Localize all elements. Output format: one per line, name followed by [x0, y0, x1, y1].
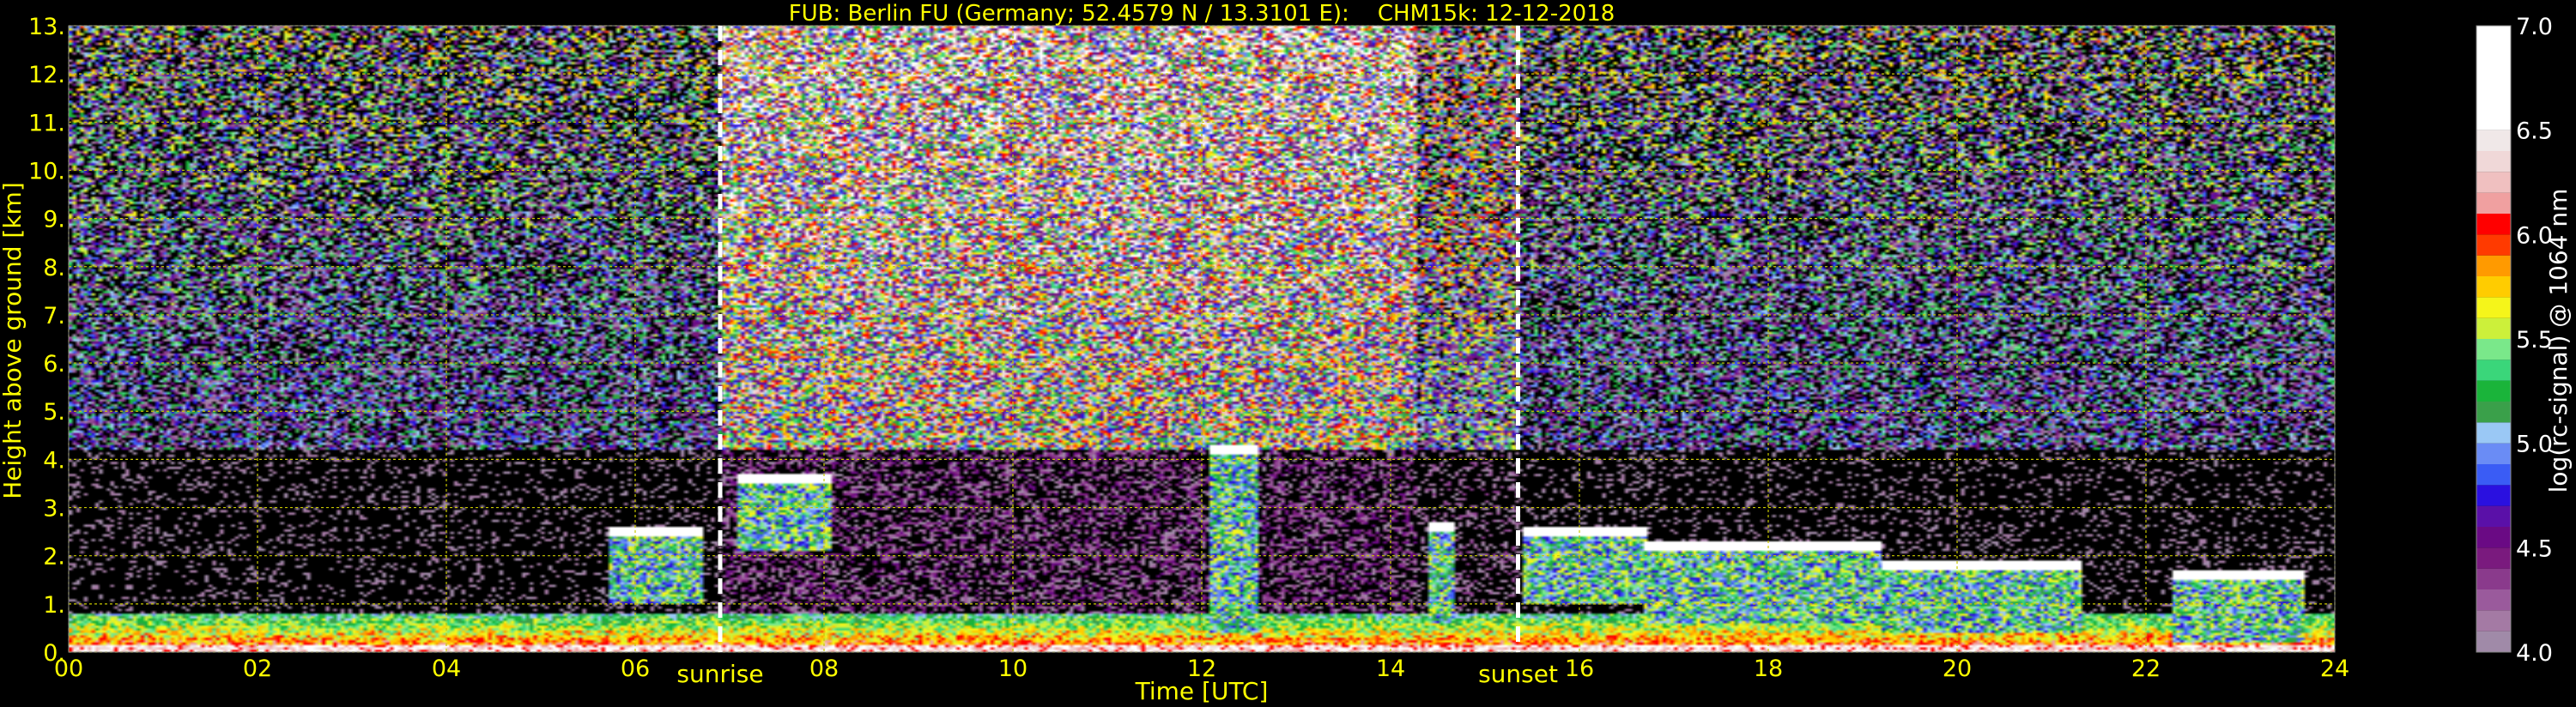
y-tick-label: 4.: [43, 447, 65, 474]
colorbar-segment: [2476, 234, 2511, 256]
colorbar-tick-label: 7.0: [2516, 14, 2553, 40]
y-tick-label: 7.: [43, 303, 65, 329]
colorbar-segment: [2476, 527, 2511, 548]
colorbar-segment: [2476, 610, 2511, 631]
colorbar-segment: [2476, 26, 2511, 130]
colorbar-segment: [2476, 631, 2511, 652]
y-tick-label: 13.: [28, 14, 65, 40]
x-tick-label: 08: [809, 656, 839, 682]
colorbar-tick-label: 4.5: [2516, 535, 2553, 562]
colorbar-segment: [2476, 214, 2511, 235]
colorbar-segment: [2476, 339, 2511, 360]
y-tick-label: 9.: [43, 207, 65, 233]
colorbar-segment: [2476, 422, 2511, 444]
sunrise-label: sunrise: [676, 660, 763, 688]
y-tick-label: 6.: [43, 351, 65, 378]
sunset-label: sunset: [1478, 660, 1558, 688]
x-tick-label: 24: [2320, 656, 2349, 682]
x-tick-label: 18: [1754, 656, 1783, 682]
colorbar-segment: [2476, 317, 2511, 339]
colorbar-segment: [2476, 568, 2511, 589]
colorbar-segment: [2476, 547, 2511, 569]
y-tick-label: 1.: [43, 592, 65, 619]
colorbar-tick-label: 6.5: [2516, 118, 2553, 145]
y-tick-label: 0.: [43, 640, 65, 667]
x-tick-label: 02: [243, 656, 272, 682]
y-tick-label: 8.: [43, 255, 65, 281]
x-tick-label: 22: [2131, 656, 2161, 682]
x-tick-label: 10: [998, 656, 1027, 682]
y-axis-label: Height above ground [km]: [0, 182, 27, 499]
colorbar-segment: [2476, 402, 2511, 423]
colorbar-segment: [2476, 255, 2511, 276]
colorbar-segment: [2476, 485, 2511, 506]
chart-title: FUB: Berlin FU (Germany; 52.4579 N / 13.…: [789, 1, 1615, 27]
colorbar-segment: [2476, 443, 2511, 464]
x-axis-label: Time [UTC]: [1135, 677, 1269, 705]
y-tick-label: 11.: [28, 110, 65, 136]
colorbar-segment: [2476, 297, 2511, 318]
y-tick-label: 2.: [43, 544, 65, 571]
colorbar-segment: [2476, 589, 2511, 611]
colorbar-segment: [2476, 505, 2511, 527]
y-tick-label: 12.: [28, 62, 65, 88]
colorbar-segment: [2476, 172, 2511, 193]
x-tick-label: 06: [621, 656, 650, 682]
x-tick-label: 16: [1565, 656, 1594, 682]
y-tick-label: 5.: [43, 399, 65, 426]
colorbar-segment: [2476, 192, 2511, 214]
colorbar-segment: [2476, 151, 2511, 172]
colorbar-tick-label: 4.0: [2516, 640, 2553, 667]
colorbar: [2476, 25, 2512, 653]
colorbar-segment: [2476, 276, 2511, 298]
colorbar-segment: [2476, 360, 2511, 381]
x-tick-label: 14: [1376, 656, 1405, 682]
colorbar-segment: [2476, 130, 2511, 151]
colorbar-segment: [2476, 380, 2511, 402]
colorbar-segment: [2476, 464, 2511, 486]
colorbar-label: log(rc-signal) @ 1064 nm: [2544, 189, 2573, 493]
y-tick-label: 10.: [28, 158, 65, 184]
x-tick-label: 04: [432, 656, 461, 682]
x-tick-label: 20: [1943, 656, 1972, 682]
ceilometer-figure: FUB: Berlin FU (Germany; 52.4579 N / 13.…: [0, 0, 2576, 707]
y-tick-label: 3.: [43, 496, 65, 523]
